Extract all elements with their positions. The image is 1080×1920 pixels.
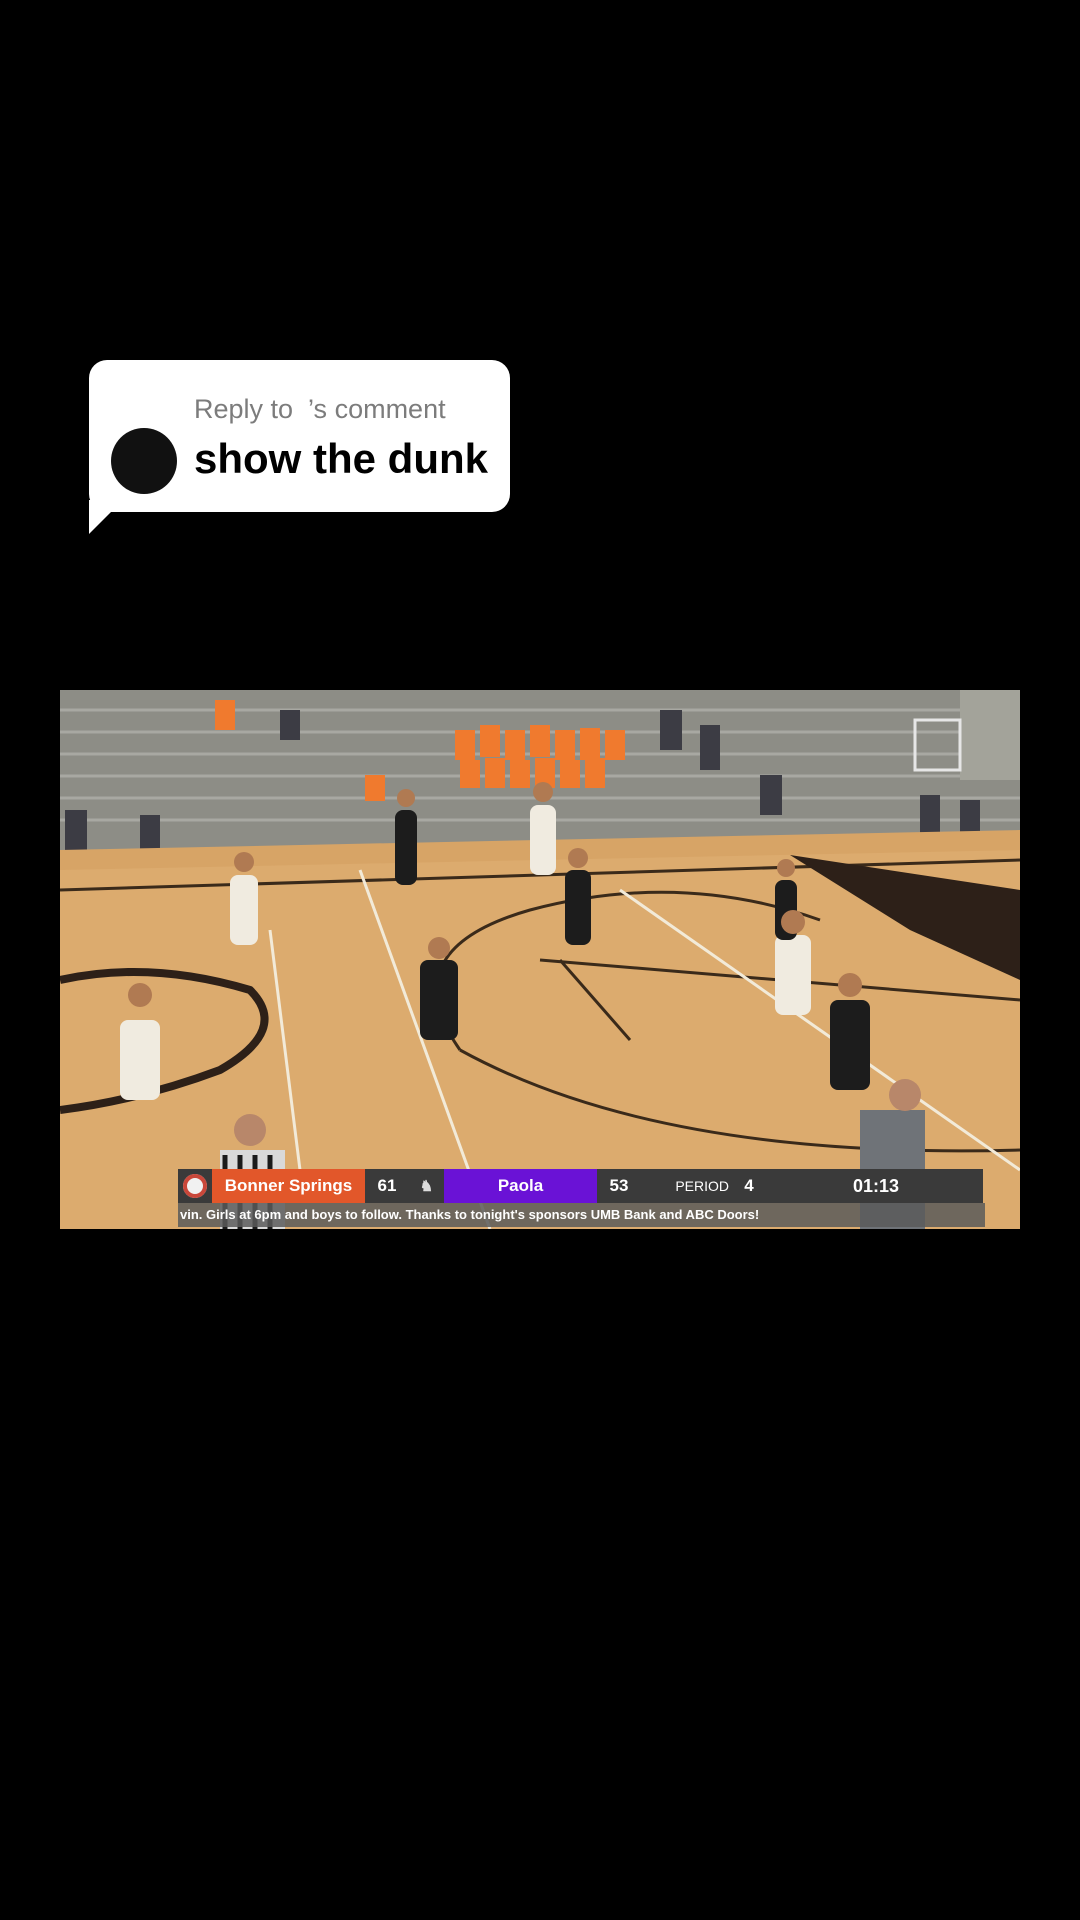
reply-comment-text: show the dunk	[194, 435, 488, 482]
away-team-logo-icon: ♞	[419, 1178, 434, 1195]
reply-comment-bubble[interactable]: Reply to ’s comment show the dunk	[89, 360, 510, 512]
game-clock: 01:13	[852, 1175, 900, 1196]
period-number: 4	[744, 1176, 754, 1195]
away-team-score: 53	[609, 1176, 629, 1195]
reply-header: Reply to ’s comment	[194, 394, 446, 424]
basketball-game-scene	[60, 690, 1020, 1229]
video-player[interactable]: Bonner Springs 61 ♞ Paola 53 PERIOD 4 01…	[60, 690, 1020, 1229]
news-ticker: vin. Girls at 6pm and boys to follow. Th…	[178, 1203, 985, 1227]
scoreboard: Bonner Springs 61 ♞ Paola 53 PERIOD 4 01…	[178, 1169, 983, 1203]
home-team-logo-icon	[178, 1169, 212, 1203]
home-team-score: 61	[377, 1176, 397, 1195]
home-team-name: Bonner Springs	[212, 1169, 365, 1203]
period-label: PERIOD	[675, 1178, 729, 1194]
away-team-name: Paola	[444, 1169, 597, 1203]
avatar[interactable]	[111, 428, 177, 494]
